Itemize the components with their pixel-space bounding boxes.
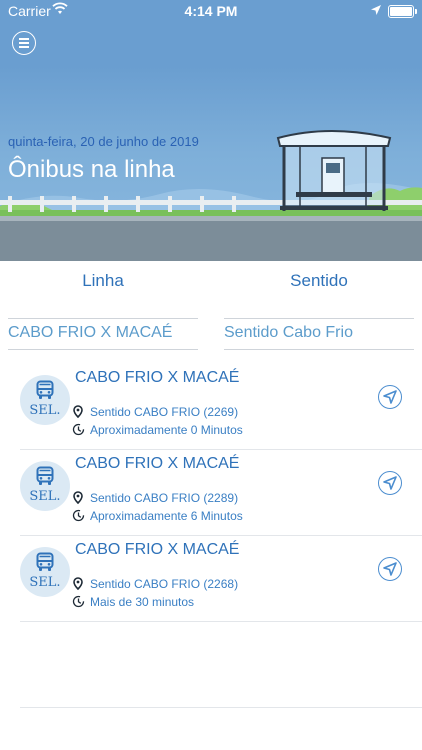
navigate-icon[interactable] (378, 557, 402, 581)
bus-list-item[interactable]: SEL. CABO FRIO X MACAÉ Sentido CABO FRIO… (20, 449, 422, 536)
page-title: Ônibus na linha (8, 156, 175, 183)
bus-list-item[interactable]: SEL. CABO FRIO X MACAÉ Sentido CABO FRIO… (20, 535, 422, 622)
map-pin-icon (73, 405, 83, 419)
status-bar: Carrier 4:14 PM (0, 0, 422, 22)
header-banner: quinta-feira, 20 de junho de 2019 Ônibus… (0, 66, 422, 261)
tab-linha[interactable]: Linha (3, 271, 203, 291)
linha-select[interactable]: CABO FRIO X MACAÉ (8, 318, 198, 350)
bus-avatar: SEL. (20, 547, 70, 597)
clock-icon (72, 509, 85, 522)
eta-text: Aproximadamente 0 Minutos (90, 423, 243, 437)
tab-sentido[interactable]: Sentido (219, 271, 419, 291)
bus-badge-label: SEL. (29, 403, 61, 418)
sentido-select[interactable]: Sentido Cabo Frio (224, 318, 414, 350)
hamburger-menu-icon[interactable] (12, 31, 36, 55)
navigation-bar (0, 22, 422, 66)
direction-text: Sentido CABO FRIO (2268) (90, 577, 239, 591)
navigate-icon[interactable] (378, 471, 402, 495)
direction-text: Sentido CABO FRIO (2269) (90, 405, 239, 419)
list-divider (20, 707, 422, 708)
bus-badge-label: SEL. (29, 575, 61, 590)
linha-select-value: CABO FRIO X MACAÉ (8, 324, 173, 341)
filter-tabs: Linha Sentido (0, 261, 422, 301)
bus-icon (36, 552, 54, 571)
bus-avatar: SEL. (20, 375, 70, 425)
bus-icon (36, 466, 54, 485)
bus-icon (36, 380, 54, 399)
direction-text: Sentido CABO FRIO (2289) (90, 491, 239, 505)
bus-list-item[interactable]: SEL. CABO FRIO X MACAÉ Sentido CABO FRIO… (20, 363, 422, 450)
map-pin-icon (73, 577, 83, 591)
clock-icon (72, 595, 85, 608)
battery-icon (388, 5, 417, 18)
eta-text: Mais de 30 minutos (90, 595, 195, 609)
bus-badge-label: SEL. (29, 489, 61, 504)
bus-avatar: SEL. (20, 461, 70, 511)
current-date: quinta-feira, 20 de junho de 2019 (8, 134, 199, 149)
sentido-select-value: Sentido Cabo Frio (224, 324, 353, 341)
route-name: CABO FRIO X MACAÉ (75, 541, 240, 558)
location-arrow-icon (370, 3, 382, 19)
navigate-icon[interactable] (378, 385, 402, 409)
clock-icon (72, 423, 85, 436)
map-pin-icon (73, 491, 83, 505)
route-name: CABO FRIO X MACAÉ (75, 369, 240, 386)
clock: 4:14 PM (184, 3, 238, 19)
route-name: CABO FRIO X MACAÉ (75, 455, 240, 472)
eta-text: Aproximadamente 6 Minutos (90, 509, 243, 523)
